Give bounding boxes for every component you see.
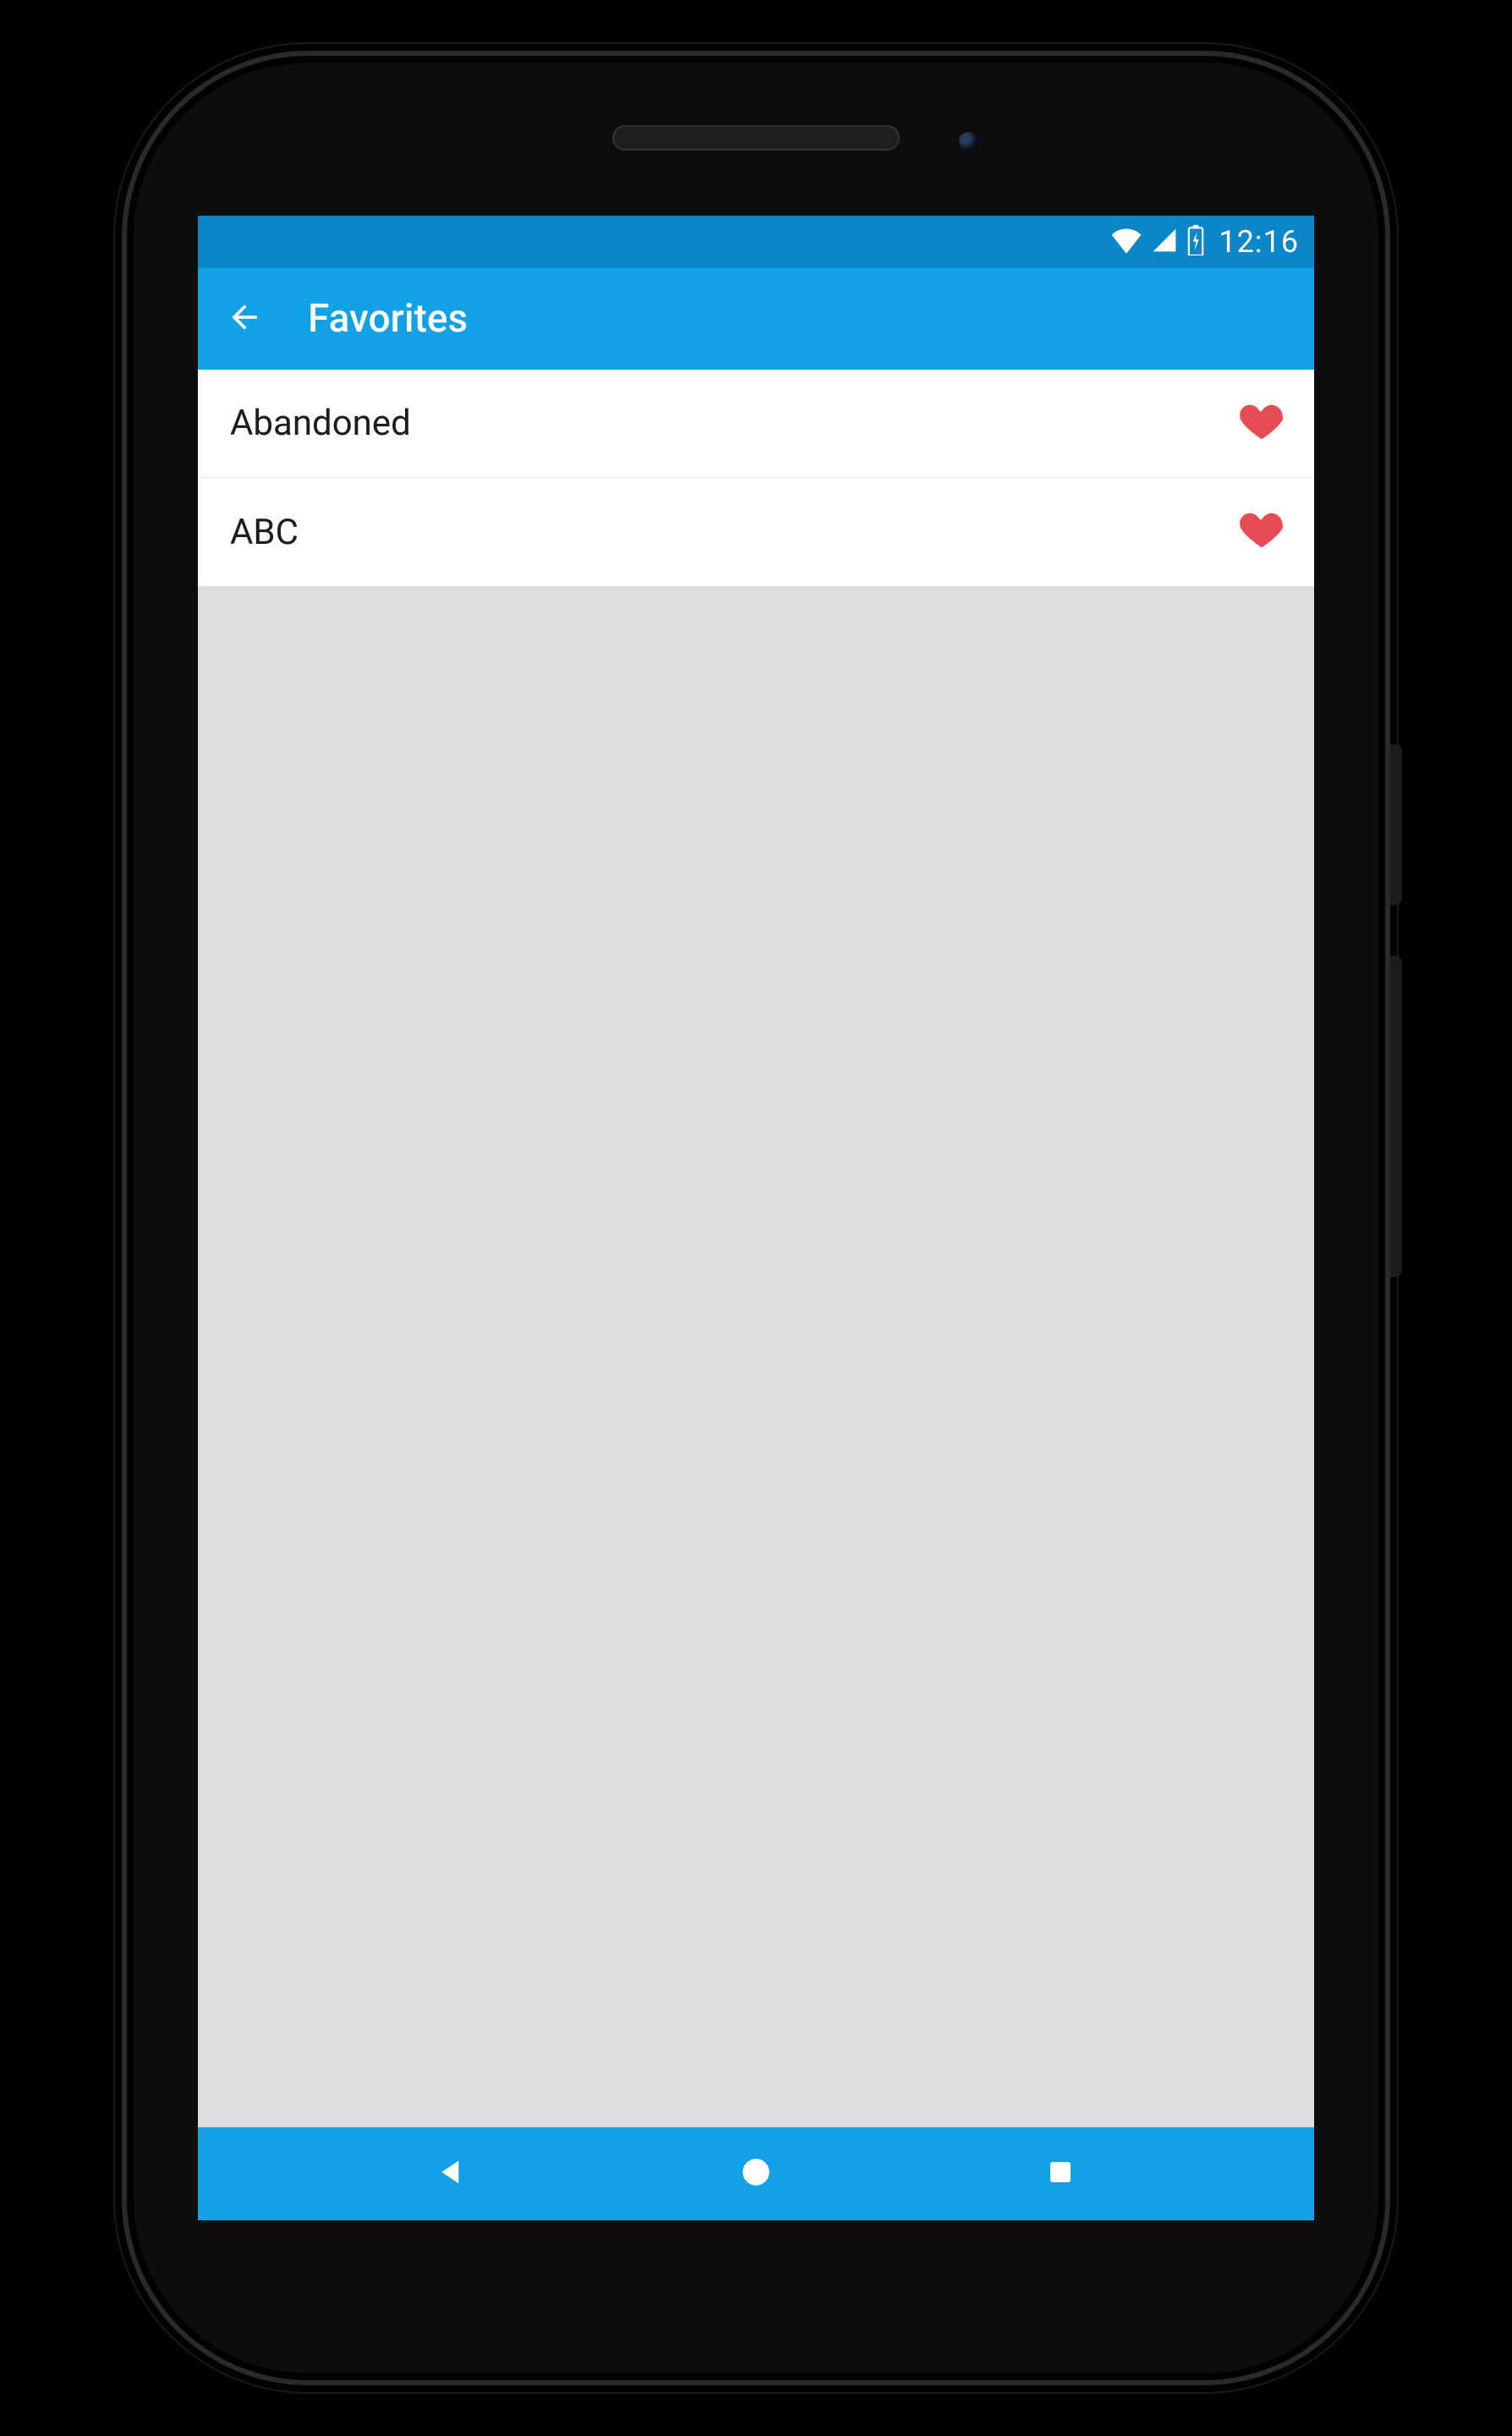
heart-icon: [1239, 399, 1285, 448]
cell-signal-icon: [1151, 227, 1178, 257]
earpiece: [612, 125, 900, 151]
unfavorite-button[interactable]: [1238, 508, 1285, 556]
list-item-label: ABC: [230, 512, 299, 553]
app-bar: Favorites: [198, 268, 1314, 370]
nav-home-button[interactable]: [731, 2148, 781, 2199]
circle-home-icon: [738, 2154, 774, 2193]
page-title: Favorites: [308, 296, 468, 342]
triangle-back-icon: [435, 2155, 468, 2192]
nav-recent-button[interactable]: [1035, 2148, 1086, 2199]
volume-button: [1390, 956, 1402, 1277]
screen: 12:16 Favorites Abandoned: [198, 216, 1314, 2220]
list-item-label: Abandoned: [230, 403, 411, 444]
heart-icon: [1239, 508, 1285, 557]
status-bar-clock: 12:16: [1219, 224, 1299, 260]
battery-charging-icon: [1186, 225, 1205, 259]
square-recent-icon: [1045, 2157, 1076, 2191]
content-area: Abandoned ABC: [198, 370, 1314, 2127]
wifi-icon: [1110, 227, 1142, 257]
list-item[interactable]: ABC: [198, 478, 1314, 586]
unfavorite-button[interactable]: [1238, 400, 1285, 447]
navigation-bar: [198, 2127, 1314, 2220]
front-camera: [959, 132, 978, 151]
arrow-left-icon: [226, 299, 263, 339]
nav-back-button[interactable]: [426, 2148, 477, 2199]
status-bar: 12:16: [198, 216, 1314, 268]
power-button: [1390, 744, 1402, 905]
back-button[interactable]: [223, 298, 266, 340]
favorites-list: Abandoned ABC: [198, 370, 1314, 586]
list-item[interactable]: Abandoned: [198, 370, 1314, 478]
phone-frame: 12:16 Favorites Abandoned: [122, 51, 1390, 2385]
